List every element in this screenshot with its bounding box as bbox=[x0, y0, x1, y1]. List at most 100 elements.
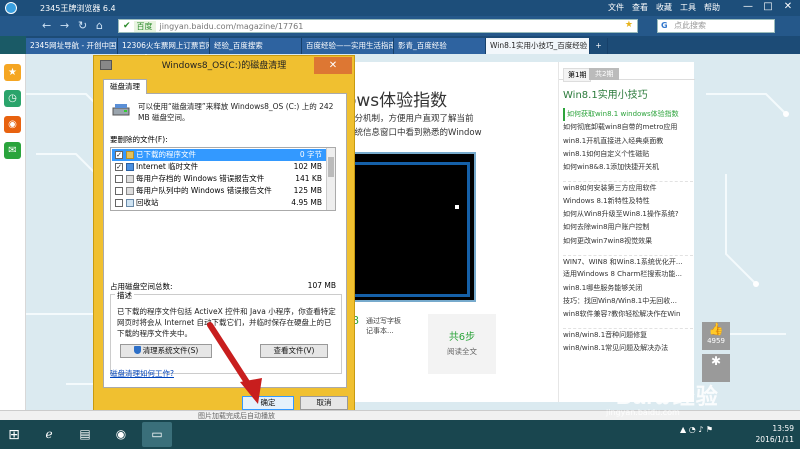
how-it-works-link[interactable]: 磁盘清理如何工作? bbox=[110, 368, 174, 379]
list-item[interactable]: WIN7、WIN8 和Win8.1系统优化开... bbox=[563, 254, 693, 268]
menu-help[interactable]: 帮助 bbox=[704, 2, 720, 13]
share-button[interactable]: ✱ bbox=[702, 354, 730, 382]
tray-arrow-icon[interactable]: ▲ bbox=[680, 425, 686, 434]
checkbox[interactable] bbox=[115, 175, 123, 183]
related-list-panel: 第1期 共2期 Win8.1实用小技巧 如何获取win8.1 windows体验… bbox=[558, 62, 695, 402]
tab-disk-cleanup[interactable]: 磁盘清理 bbox=[103, 79, 147, 94]
file-size: 125 MB bbox=[293, 186, 322, 195]
file-row[interactable]: 回收站 4.95 MB bbox=[112, 197, 326, 209]
back-button[interactable]: ← bbox=[42, 19, 51, 32]
list-item[interactable]: win8/win8.1音种问题修复 bbox=[563, 328, 693, 341]
checkbox[interactable] bbox=[115, 187, 123, 195]
bookmark-star-icon[interactable]: ★ bbox=[625, 20, 633, 30]
menu-view[interactable]: 查看 bbox=[632, 2, 648, 13]
browser-2345-icon[interactable]: ◉ bbox=[106, 422, 136, 447]
total-space: 占用磁盘空间总数: 107 MB bbox=[110, 281, 342, 292]
search-input[interactable]: G 点此搜索 bbox=[657, 19, 775, 33]
maximize-button[interactable]: □ bbox=[760, 1, 776, 12]
weibo-icon[interactable]: ◉ bbox=[4, 116, 21, 133]
tab-search[interactable]: 经验_百度搜索 bbox=[210, 38, 302, 54]
home-button[interactable]: ⌂ bbox=[96, 19, 103, 32]
tab-bar: 2345网址导航 - 开创中国百 12306火车票网上订票官网 经验_百度搜索 … bbox=[26, 36, 800, 54]
history-clock-icon[interactable]: ◷ bbox=[4, 90, 21, 107]
start-button[interactable]: ⊞ bbox=[2, 424, 26, 446]
network-icon[interactable]: ◔ bbox=[689, 425, 696, 434]
minimize-button[interactable]: — bbox=[740, 1, 756, 12]
article-main: ows体验指数 评分机制，方便用户直观了解当前 系统信息窗口中看到熟悉的Wind… bbox=[346, 62, 560, 402]
files-list[interactable]: ✓ 已下载的程序文件 0 字节 ✓ Internet 临时文件 102 MB 每… bbox=[110, 147, 336, 211]
flag-icon[interactable]: ⚑ bbox=[706, 425, 713, 434]
dialog-close-button[interactable]: ✕ bbox=[314, 57, 352, 74]
menu-favorites[interactable]: 收藏 bbox=[656, 2, 672, 13]
list-item[interactable]: 如何从Win8升级至Win8.1操作系统? bbox=[563, 208, 693, 221]
article-paragraph: 评分机制，方便用户直观了解当前 系统信息窗口中看到熟悉的Window bbox=[346, 112, 556, 140]
vote-button[interactable]: 👍 4959 bbox=[702, 322, 730, 350]
list-item[interactable]: 技巧：找回Win8/Win8.1中无回收... bbox=[563, 295, 693, 308]
list-item[interactable]: win8.1哪些服务能够关闭 bbox=[563, 282, 693, 295]
total-value: 107 MB bbox=[307, 281, 336, 290]
list-item[interactable]: win8.1开机直接进入经典桌面教 bbox=[563, 135, 693, 148]
file-name: 已下载的程序文件 bbox=[136, 150, 196, 159]
list-item[interactable]: 如何彻底卸载win8自带的metro应用 bbox=[563, 121, 693, 134]
disk-cleanup-task-icon[interactable]: ▭ bbox=[142, 422, 172, 447]
list-item[interactable]: win8/win8.1常见问题及解决办法 bbox=[563, 342, 693, 355]
series-title[interactable]: Win8.1实用小技巧 bbox=[563, 86, 648, 101]
step-card[interactable]: 8 通过写字板 记事本... bbox=[352, 314, 422, 358]
list-item[interactable]: Windows 8.1新特性及特性 bbox=[563, 195, 693, 208]
watermark-url: jingyan.baidu.com bbox=[606, 408, 680, 417]
clock-date: 2016/1/11 bbox=[755, 435, 794, 444]
list-item[interactable]: 如何获取win8.1 windows体验指数 bbox=[563, 108, 693, 122]
file-size: 4.95 MB bbox=[291, 198, 322, 207]
list-item[interactable]: 如何去除win8用户账户控制 bbox=[563, 221, 693, 234]
list-item[interactable]: 适用Windows 8 Charm栏搜索功能... bbox=[563, 268, 693, 281]
file-row[interactable]: ✓ Internet 临时文件 102 MB bbox=[112, 161, 326, 173]
explorer-icon[interactable]: ▤ bbox=[70, 422, 100, 447]
favorites-star-icon[interactable]: ★ bbox=[4, 64, 21, 81]
clean-system-files-button[interactable]: 清理系统文件(S) bbox=[120, 344, 212, 358]
list-item[interactable]: 如何win8&8.1添加快捷开关机 bbox=[563, 161, 693, 174]
wechat-icon[interactable]: ✉ bbox=[4, 142, 21, 159]
menu-tools[interactable]: 工具 bbox=[680, 2, 696, 13]
checkbox[interactable]: ✓ bbox=[115, 151, 123, 159]
list-item[interactable]: 如何更改win7win8视觉效果 bbox=[563, 235, 693, 248]
read-full-link[interactable]: 阅读全文 bbox=[428, 346, 496, 357]
step-text: 通过写字板 记事本... bbox=[366, 316, 401, 336]
refresh-button[interactable]: ↻ bbox=[78, 19, 87, 32]
read-full-card[interactable]: 共6步 阅读全文 bbox=[428, 314, 496, 374]
tab-2345[interactable]: 2345网址导航 - 开创中国百 bbox=[26, 38, 118, 54]
new-tab-button[interactable]: + bbox=[590, 38, 608, 54]
cancel-button[interactable]: 取消 bbox=[300, 396, 348, 410]
list-item[interactable]: win8软件兼容?教你轻松解决作在Win bbox=[563, 308, 693, 321]
checkbox[interactable] bbox=[115, 199, 123, 207]
related-list: 如何获取win8.1 windows体验指数 如何彻底卸载win8自带的metr… bbox=[563, 108, 693, 355]
total-steps: 共6步 bbox=[448, 332, 476, 343]
menu-bar: 文件 查看 收藏 工具 帮助 bbox=[608, 2, 720, 13]
issue-tab-all[interactable]: 共2期 bbox=[589, 68, 620, 80]
file-name: Internet 临时文件 bbox=[136, 162, 199, 171]
list-item[interactable]: win8.1如何自定义个性磁贴 bbox=[563, 148, 693, 161]
address-bar[interactable]: ✔ 百度 jingyan.baidu.com/magazine/17761 ★ bbox=[118, 19, 638, 33]
drive-icon bbox=[112, 104, 130, 116]
close-window-button[interactable]: ✕ bbox=[780, 1, 796, 12]
tab-12306[interactable]: 12306火车票网上订票官网 bbox=[118, 38, 210, 54]
tab-yingqing[interactable]: 影青_百度经验 bbox=[394, 38, 486, 54]
thumbs-up-icon: 👍 bbox=[708, 322, 724, 336]
article-screenshot-image[interactable] bbox=[346, 152, 476, 302]
files-list-scrollbar[interactable] bbox=[326, 148, 335, 210]
list-item[interactable]: win8如何安装第三方应用软件 bbox=[563, 181, 693, 194]
tab-win81-tips[interactable]: Win8.1实用小技巧_百度经验 bbox=[486, 38, 590, 54]
ie-icon[interactable]: ℯ bbox=[34, 422, 64, 447]
file-row[interactable]: 每用户存档的 Windows 错误报告文件 141 KB bbox=[112, 173, 326, 185]
clock[interactable]: 13:59 2016/1/11 bbox=[756, 423, 794, 445]
checkbox[interactable]: ✓ bbox=[115, 163, 123, 171]
file-row[interactable]: 每用户队列中的 Windows 错误报告文件 125 MB bbox=[112, 185, 326, 197]
volume-icon[interactable]: ♪ bbox=[698, 425, 703, 434]
tab-jingyan-home[interactable]: 百度经验——实用生活指南 bbox=[302, 38, 394, 54]
file-row[interactable]: ✓ 已下载的程序文件 0 字节 bbox=[112, 149, 326, 161]
view-files-button[interactable]: 查看文件(V) bbox=[260, 344, 328, 358]
left-sidebar: ★ ◷ ◉ ✉ bbox=[0, 54, 26, 410]
menu-file[interactable]: 文件 bbox=[608, 2, 624, 13]
forward-button[interactable]: → bbox=[60, 19, 69, 32]
secure-icon: ✔ bbox=[123, 21, 131, 31]
issue-tab-1[interactable]: 第1期 bbox=[563, 68, 592, 82]
